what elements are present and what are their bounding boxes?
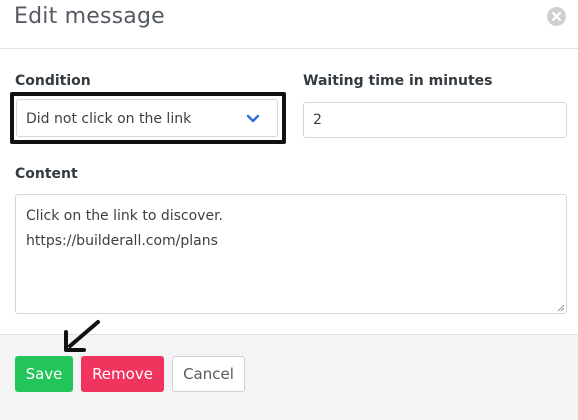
chevron-down-icon <box>246 114 260 123</box>
resize-grip-icon[interactable] <box>555 302 565 312</box>
condition-label: Condition <box>15 73 91 89</box>
condition-select-value: Did not click on the link <box>26 111 192 127</box>
waiting-time-value: 2 <box>313 112 322 128</box>
modal-header: Edit message <box>0 0 578 49</box>
close-icon <box>551 11 562 22</box>
close-button[interactable] <box>547 7 566 26</box>
remove-button[interactable]: Remove <box>81 356 164 392</box>
content-line-1: Click on the link to discover. <box>26 208 223 224</box>
content-line-2: https://builderall.com/plans <box>26 233 218 249</box>
content-textarea[interactable]: Click on the link to discover. https://b… <box>15 194 567 314</box>
content-label: Content <box>15 166 78 182</box>
modal-title: Edit message <box>14 4 165 29</box>
edit-message-modal: Edit message Condition Waiting time in m… <box>0 0 578 420</box>
cancel-button[interactable]: Cancel <box>172 356 245 392</box>
waiting-time-input[interactable]: 2 <box>303 102 567 138</box>
save-button[interactable]: Save <box>15 356 73 392</box>
condition-select[interactable]: Did not click on the link <box>16 99 278 137</box>
arrow-pointer-icon <box>64 320 100 352</box>
waiting-time-label: Waiting time in minutes <box>303 73 493 89</box>
